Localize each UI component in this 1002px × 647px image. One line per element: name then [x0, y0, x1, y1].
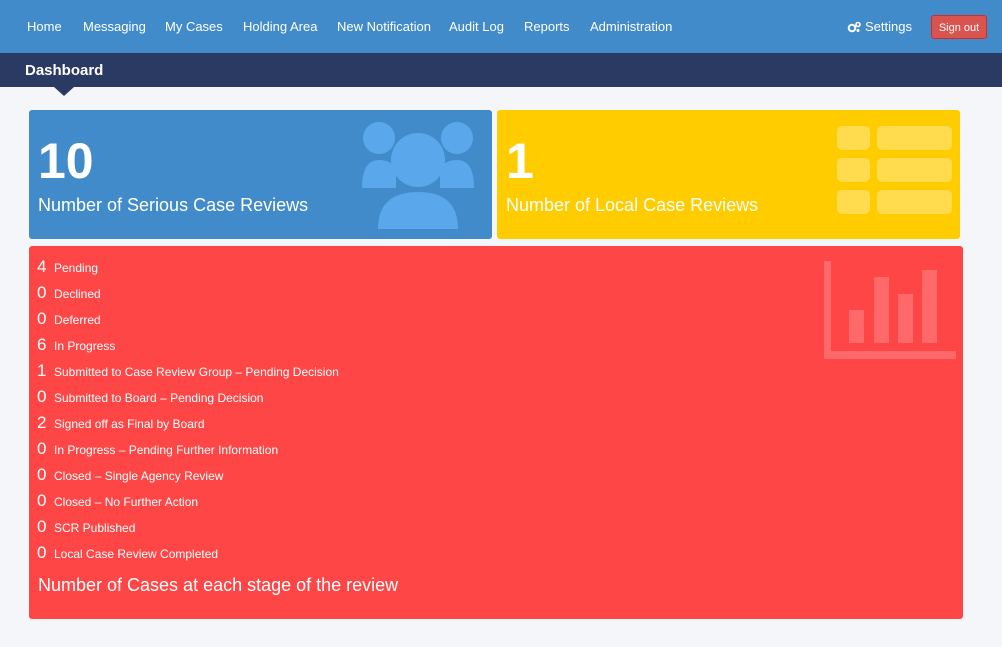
sign-out-button[interactable]: Sign out [931, 15, 987, 39]
case-stages-card[interactable]: 4 Pending 0 Declined 0 Deferred 6 In Progres… [29, 246, 963, 619]
active-tab-caret [54, 87, 74, 96]
local-case-label: Number of Local Case Reviews [506, 195, 759, 215]
stage-label: Submitted to Board – Pending Decision [54, 391, 264, 405]
stage-count: 0 [37, 543, 47, 562]
stage-label: SCR Published [54, 521, 136, 535]
page-title: Dashboard [25, 62, 104, 79]
stage-count: 0 [37, 439, 47, 458]
settings-link[interactable]: Settings [847, 19, 912, 35]
users-icon [360, 116, 476, 234]
stage-count: 4 [37, 257, 47, 276]
stage-count: 0 [37, 309, 47, 328]
stage-count: 0 [37, 283, 47, 302]
stage-label: Signed off as Final by Board [54, 417, 205, 431]
stage-count: 0 [37, 465, 47, 484]
stage-label: Submitted to Case Review Group – Pending… [54, 365, 339, 379]
stage-label: In Progress [54, 339, 116, 353]
nav-home-link[interactable]: Home [27, 19, 62, 35]
nav-administration-link[interactable]: Administration [590, 19, 672, 35]
local-case-reviews-card[interactable]: 1 Number of Local Case Reviews [497, 110, 960, 239]
list-icon [837, 126, 952, 221]
local-case-count: 1 [506, 133, 534, 189]
nav-messaging-link[interactable]: Messaging [83, 19, 146, 35]
stage-label: Closed – No Further Action [54, 495, 199, 509]
nav-holding-area-link[interactable]: Holding Area [243, 19, 317, 35]
stage-label: Declined [54, 287, 101, 301]
gears-icon [847, 19, 865, 34]
stage-count: 0 [37, 387, 47, 406]
bar-chart-icon [824, 261, 956, 364]
case-stages-label: Number of Cases at each stage of the rev… [38, 575, 399, 595]
stage-label: Pending [54, 261, 99, 275]
stage-label: Local Case Review Completed [54, 547, 219, 561]
page-header-bar: Dashboard [0, 53, 1002, 87]
stage-count: 0 [37, 491, 47, 510]
nav-audit-log-link[interactable]: Audit Log [449, 19, 504, 35]
stage-label: In Progress – Pending Further Informatio… [54, 443, 279, 457]
serious-case-reviews-card[interactable]: 10 Number of Serious Case Reviews [29, 110, 492, 239]
stage-label: Closed – Single Agency Review [54, 469, 224, 483]
settings-label: Settings [865, 19, 912, 34]
stage-label: Deferred [54, 313, 101, 327]
stage-count: 6 [37, 335, 47, 354]
nav-reports-link[interactable]: Reports [524, 19, 570, 35]
serious-case-label: Number of Serious Case Reviews [38, 195, 309, 215]
serious-case-count: 10 [38, 133, 94, 189]
stage-count: 2 [37, 413, 47, 432]
nav-my-cases-link[interactable]: My Cases [165, 19, 223, 35]
nav-new-notification-link[interactable]: New Notification [337, 19, 431, 35]
stage-count: 1 [37, 361, 47, 380]
stage-count: 0 [37, 517, 47, 536]
top-navbar: Home Messaging My Cases Holding Area New… [0, 0, 1002, 53]
